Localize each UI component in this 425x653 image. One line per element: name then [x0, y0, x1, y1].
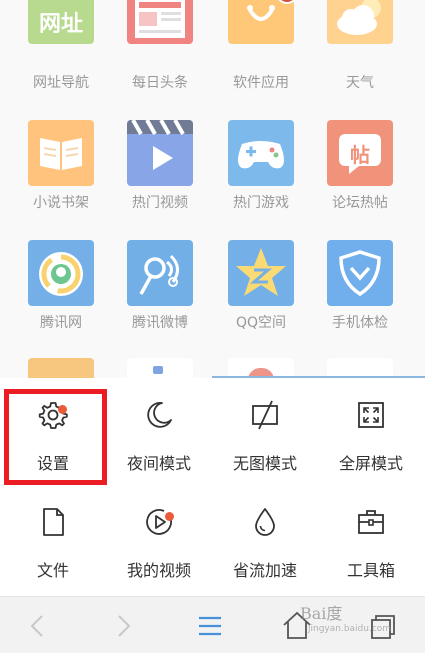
- app-label: 腾讯微博: [132, 315, 188, 331]
- app-phone-check[interactable]: 手机体检: [310, 240, 410, 350]
- gamepad-icon: [228, 120, 294, 186]
- fullscreen-icon: [358, 402, 384, 428]
- menu-label: 夜间模式: [126, 454, 191, 473]
- menu-label: 我的视频: [126, 561, 191, 580]
- app-label: 手机体检: [332, 315, 388, 331]
- weibo-icon: [127, 240, 193, 306]
- menu-label: 全屏模式: [338, 454, 403, 473]
- menu-label: 工具箱: [346, 561, 395, 580]
- water-drop-icon: [255, 508, 275, 536]
- app-tencent-weibo[interactable]: 腾讯微博: [110, 240, 210, 350]
- notification-dot: [58, 405, 67, 414]
- qzone-star-icon: [228, 240, 294, 306]
- app-hot-games[interactable]: 热门游戏: [211, 120, 311, 230]
- menu-label: 设置: [36, 454, 69, 473]
- shield-check-icon: [327, 240, 393, 306]
- app-hot-video[interactable]: 热门视频: [110, 120, 210, 230]
- menu-item-no-image[interactable]: 无图模式: [212, 378, 318, 478]
- app-tile-partial: [228, 358, 294, 378]
- app-label: 小说书架: [33, 195, 89, 211]
- no-image-icon: [252, 400, 278, 430]
- file-icon: [43, 508, 64, 536]
- play-clapper-icon: [127, 120, 193, 186]
- tile-text: 帖: [350, 143, 370, 167]
- app-software[interactable]: 2 软件应用: [211, 0, 311, 110]
- menu-item-settings[interactable]: 设置: [0, 378, 106, 478]
- app-label: 天气: [346, 75, 374, 91]
- menu-label: 文件: [36, 561, 69, 580]
- app-label: 腾讯网: [40, 315, 82, 331]
- notification-dot: [165, 512, 174, 521]
- app-label: 软件应用: [233, 75, 289, 91]
- app-tile-partial: [127, 358, 193, 378]
- app-qq-space[interactable]: QQ空间: [211, 240, 311, 350]
- home-icon[interactable]: [280, 609, 314, 643]
- bottom-nav-bar: [0, 596, 425, 653]
- chevron-right-icon[interactable]: [106, 609, 140, 643]
- app-label: 论坛热帖: [332, 195, 388, 211]
- forum-post-icon: 帖: [327, 120, 393, 186]
- app-weather[interactable]: 天气: [310, 0, 410, 110]
- app-label: 热门游戏: [233, 195, 289, 211]
- app-daily-news[interactable]: 每日头条: [110, 0, 210, 110]
- menu-item-night-mode[interactable]: 夜间模式: [106, 378, 212, 478]
- app-forum[interactable]: 帖 论坛热帖: [310, 120, 410, 230]
- web-nav-icon: 网址: [28, 0, 94, 44]
- tabs-icon[interactable]: [365, 609, 399, 643]
- menu-item-toolbox[interactable]: 工具箱: [318, 485, 424, 585]
- hamburger-menu-icon[interactable]: [193, 609, 227, 643]
- tile-text: 网址: [38, 12, 83, 37]
- newspaper-icon: [127, 0, 193, 44]
- app-label: 网址导航: [33, 75, 89, 91]
- moon-icon: [147, 401, 172, 428]
- tencent-logo-icon: [28, 240, 94, 306]
- app-label: 热门视频: [132, 195, 188, 211]
- menu-label: 省流加速: [232, 561, 297, 580]
- menu-item-data-saver[interactable]: 省流加速: [212, 485, 318, 585]
- app-label: QQ空间: [235, 315, 287, 331]
- app-grid: 网址 网址导航 每日头条 2 软件应用 天气 小说书架 热门视频: [0, 0, 425, 378]
- toolbox-icon: [358, 510, 384, 534]
- app-tile-partial: [28, 358, 94, 378]
- app-label: 每日头条: [132, 75, 188, 91]
- menu-item-fullscreen[interactable]: 全屏模式: [318, 378, 424, 478]
- menu-item-files[interactable]: 文件: [0, 485, 106, 585]
- menu-label: 无图模式: [232, 454, 297, 473]
- app-novel[interactable]: 小说书架: [11, 120, 111, 230]
- shopping-bag-icon: 2: [228, 0, 298, 44]
- menu-item-my-videos[interactable]: 我的视频: [106, 485, 212, 585]
- app-tile-partial: [327, 358, 393, 378]
- cloud-icon: [327, 0, 393, 44]
- book-icon: [28, 120, 94, 186]
- chevron-left-icon[interactable]: [21, 609, 55, 643]
- app-tencent-net[interactable]: 腾讯网: [11, 240, 111, 350]
- app-website-nav[interactable]: 网址 网址导航: [11, 0, 111, 110]
